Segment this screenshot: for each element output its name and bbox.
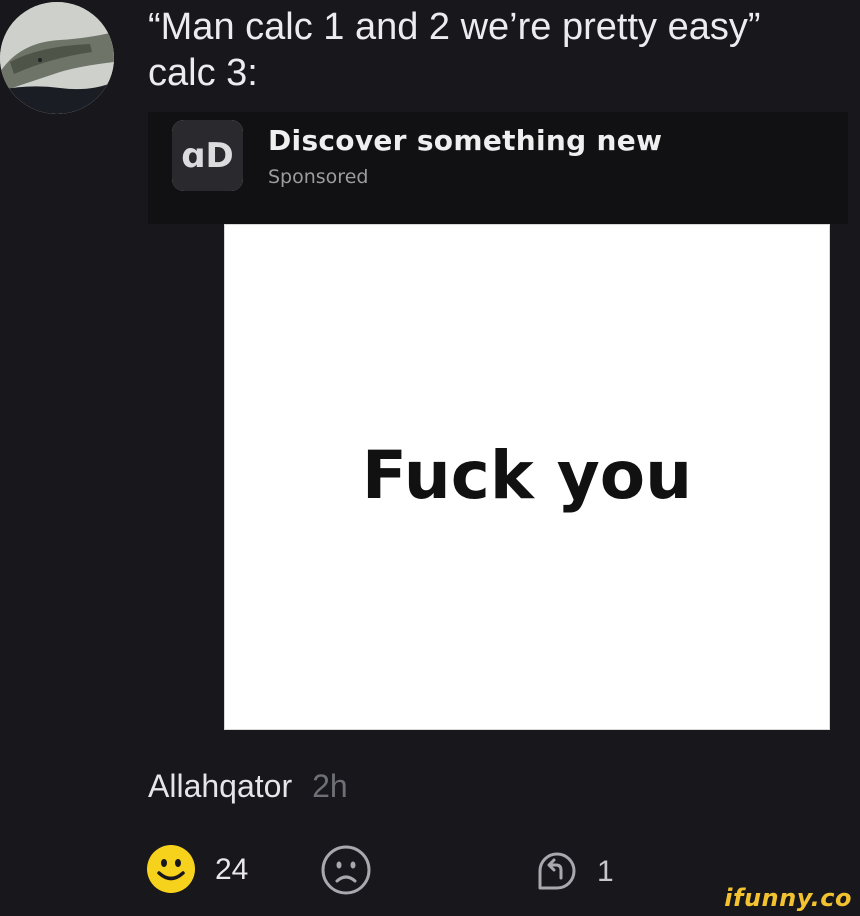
ad-sponsored-label: Sponsored	[268, 166, 369, 188]
smile-icon[interactable]	[146, 844, 196, 894]
ad-image[interactable]: Fuck you	[224, 224, 830, 730]
ad-logo[interactable]: ɑD	[172, 120, 243, 191]
reply-count: 1	[597, 855, 614, 888]
caption-line-2: calc 3:	[148, 52, 258, 94]
comment-meta: Allahqator 2h	[148, 768, 348, 805]
reply-icon[interactable]	[530, 844, 584, 898]
ad-image-text: Fuck you	[361, 437, 693, 514]
frown-icon[interactable]	[320, 844, 372, 896]
timestamp: 2h	[312, 768, 348, 804]
author-name[interactable]: Allahqator	[148, 768, 292, 804]
ad-logo-text: ɑD	[181, 136, 234, 176]
ifunny-watermark: ifunny.co	[724, 884, 852, 912]
smile-count: 24	[215, 853, 249, 886]
avatar[interactable]	[0, 2, 114, 114]
dd-logo-icon: ɑD	[172, 120, 243, 191]
ad-title[interactable]: Discover something new	[268, 124, 662, 157]
alligator-photo	[0, 2, 114, 114]
caption-line-1: “Man calc 1 and 2 we’re pretty easy”	[148, 6, 761, 48]
post-caption: “Man calc 1 and 2 we’re pretty easy” cal…	[148, 4, 761, 96]
